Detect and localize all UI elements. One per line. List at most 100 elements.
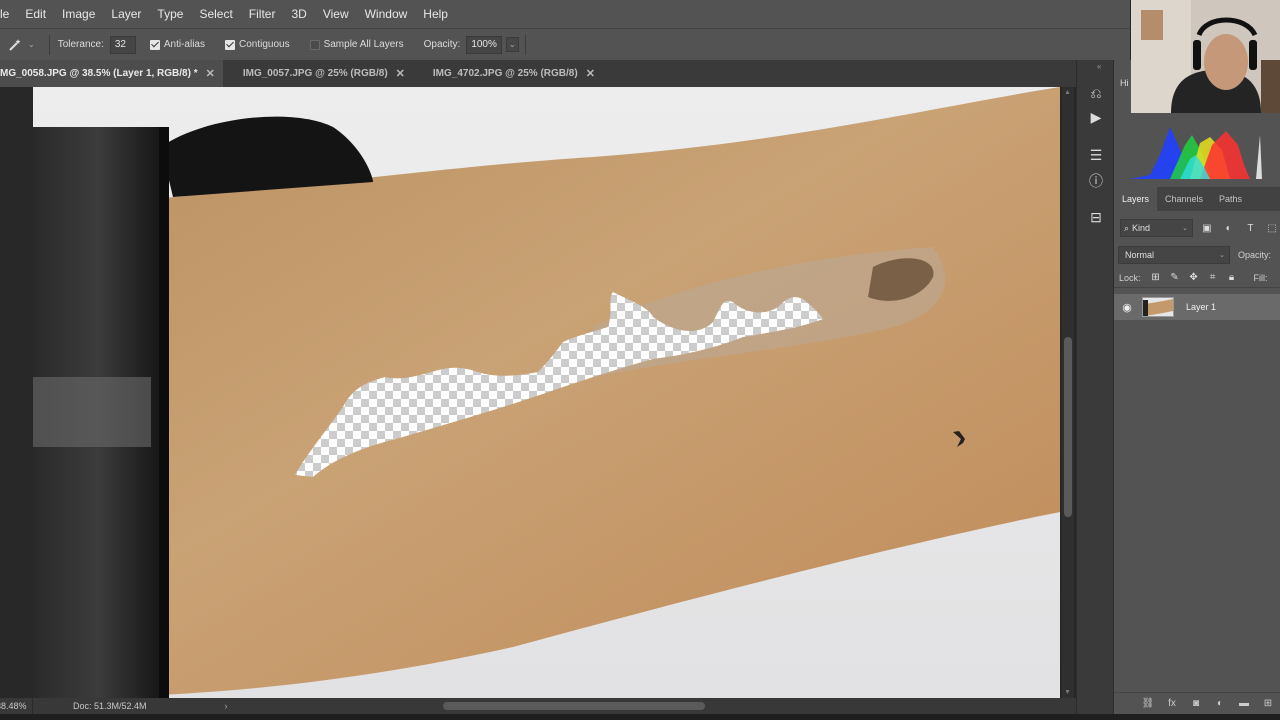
tab-label: MG_0058.JPG @ 38.5% (Layer 1, RGB/8) * [0,68,198,79]
tab-channels[interactable]: Channels [1157,187,1211,211]
horizontal-scrollbar[interactable] [205,701,1060,711]
sample-all-label: Sample All Layers [323,39,404,50]
anti-alias-check-icon [149,39,160,50]
status-bar: 38.48% Doc: 51.3M/52.4M › [0,698,1076,714]
layers-panel-footer: ⛓ fx ◙ ◐ ▬ ⊞ [1114,692,1280,714]
menu-bar: le Edit Image Layer Type Select Filter 3… [0,0,1130,28]
fill-label: Fill: [1253,272,1268,283]
adjustments-icon[interactable]: ⊟ [1085,206,1107,228]
menu-view[interactable]: View [315,0,357,28]
lock-transparency-icon[interactable]: ⊞ [1148,270,1164,286]
menu-type[interactable]: Type [149,0,191,28]
tab-label: IMG_4702.JPG @ 25% (RGB/8) [432,68,578,79]
lock-pixels-brush-icon[interactable]: ✎ [1167,270,1183,286]
tab-paths[interactable]: Paths [1211,187,1250,211]
histogram-tab[interactable]: Hi [1120,78,1129,88]
layer-style-fx-icon[interactable]: fx [1164,696,1180,712]
shape-filter-icon[interactable]: ⬚ [1264,220,1280,236]
contiguous-check-icon [224,39,235,50]
opacity-dropdown-icon[interactable]: ⌄ [505,37,519,52]
chevron-down-icon: ⌄ [1219,252,1225,259]
tool-preset-caret-icon[interactable]: ⌄ [28,40,35,49]
layer-opacity-label: Opacity: [1238,250,1272,260]
menu-image[interactable]: Image [54,0,103,28]
lock-all-icon[interactable]: 🔒︎ [1224,270,1240,286]
lock-artboard-icon[interactable]: ⌗ [1205,270,1221,286]
opacity-label: Opacity: [423,39,461,50]
document-tabs: MG_0058.JPG @ 38.5% (Layer 1, RGB/8) * ✕… [0,60,1076,87]
panel-icon-column: « ⎌ ▶ ☰ ⓘ ⊟ [1076,60,1114,714]
sample-all-check-icon [309,39,320,50]
blend-mode-row: Normal ⌄ Opacity: [1114,244,1280,266]
zoom-level[interactable]: 38.48% [0,698,33,714]
options-divider [48,34,50,55]
close-icon[interactable]: ✕ [396,67,405,80]
scroll-up-icon[interactable]: ▲ [1064,89,1071,96]
layers-panel-tabs: Layers Channels Paths [1114,187,1280,211]
tab-label: IMG_0057.JPG @ 25% (RGB/8) [242,68,388,79]
layer-row[interactable]: ◉ Layer 1 [1114,294,1280,320]
close-icon[interactable]: ✕ [206,67,215,80]
properties-icon[interactable]: ☰ [1085,144,1107,166]
menu-edit[interactable]: Edit [17,0,54,28]
new-layer-icon[interactable]: ⊞ [1260,696,1276,712]
tab-img-4702[interactable]: IMG_4702.JPG @ 25% (RGB/8) ✕ [413,60,603,87]
link-layers-icon[interactable]: ⛓ [1140,696,1156,712]
canvas-area[interactable]: ▲ ▼ [0,87,1076,698]
opacity-input[interactable]: 100% [466,35,502,54]
menu-layer[interactable]: Layer [103,0,149,28]
adjustment-layer-icon[interactable]: ◐ [1212,696,1228,712]
horizontal-scroll-thumb[interactable] [443,702,705,710]
bottom-edge [0,714,1280,720]
options-divider-end [524,34,526,55]
tolerance-input[interactable]: 32 [109,35,136,54]
blend-mode-select[interactable]: Normal ⌄ [1118,246,1230,264]
layer-name[interactable]: Layer 1 [1186,302,1216,312]
tab-img-0057[interactable]: IMG_0057.JPG @ 25% (RGB/8) ✕ [223,60,413,87]
contiguous-label: Contiguous [238,39,290,50]
info-icon[interactable]: ⓘ [1085,170,1107,192]
histogram-graph [1130,115,1270,179]
sample-all-layers-checkbox[interactable]: Sample All Layers [309,39,410,50]
type-filter-icon[interactable]: T [1243,220,1259,236]
options-bar: ⌄ Tolerance: 32 Anti-alias Contiguous Sa… [0,28,1130,60]
tab-layers[interactable]: Layers [1114,187,1158,211]
blend-mode-value: Normal [1125,250,1155,260]
menu-help[interactable]: Help [415,0,456,28]
menu-3d[interactable]: 3D [283,0,314,28]
anti-alias-checkbox[interactable]: Anti-alias [149,39,211,50]
histogram-panel [1114,113,1280,185]
menu-filter[interactable]: Filter [241,0,284,28]
tolerance-label: Tolerance: [57,39,104,50]
layer-thumbnail[interactable] [1142,297,1174,317]
menu-window[interactable]: Window [357,0,416,28]
adjustment-filter-icon[interactable]: ◐ [1221,220,1237,236]
close-icon[interactable]: ✕ [586,67,595,80]
layer-filter-row: ⌕ Kind ⌄ ▣ ◐ T ⬚ [1114,216,1280,240]
tab-img-0058[interactable]: MG_0058.JPG @ 38.5% (Layer 1, RGB/8) * ✕ [0,60,223,87]
scroll-down-icon[interactable]: ▼ [1064,689,1071,696]
chevron-down-icon: ⌄ [1182,225,1188,232]
vertical-scroll-thumb[interactable] [1064,337,1072,517]
magic-eraser-icon[interactable] [2,33,28,57]
pixel-filter-icon[interactable]: ▣ [1199,220,1215,236]
lock-row: Lock: ⊞ ✎ ✥ ⌗ 🔒︎ Fill: [1114,268,1280,288]
actions-play-icon[interactable]: ▶ [1085,106,1107,128]
search-icon: ⌕ [1124,222,1130,233]
vertical-scrollbar[interactable]: ▲ ▼ [1062,87,1074,698]
history-icon[interactable]: ⎌ [1085,82,1107,104]
add-mask-icon[interactable]: ◙ [1188,696,1204,712]
menu-select[interactable]: Select [191,0,240,28]
anti-alias-label: Anti-alias [163,39,205,50]
kind-label: Kind [1132,223,1151,233]
lock-position-move-icon[interactable]: ✥ [1186,270,1202,286]
lock-label: Lock: [1119,272,1141,283]
collapse-arrows-icon[interactable]: « [1097,62,1101,71]
document-image[interactable] [33,87,1060,698]
document-info: Doc: 51.3M/52.4M [73,701,147,711]
contiguous-checkbox[interactable]: Contiguous [224,39,296,50]
kind-filter-select[interactable]: ⌕ Kind ⌄ [1120,219,1193,237]
eye-visibility-icon[interactable]: ◉ [1120,300,1134,314]
menu-file[interactable]: le [0,0,17,28]
new-group-folder-icon[interactable]: ▬ [1236,696,1252,712]
